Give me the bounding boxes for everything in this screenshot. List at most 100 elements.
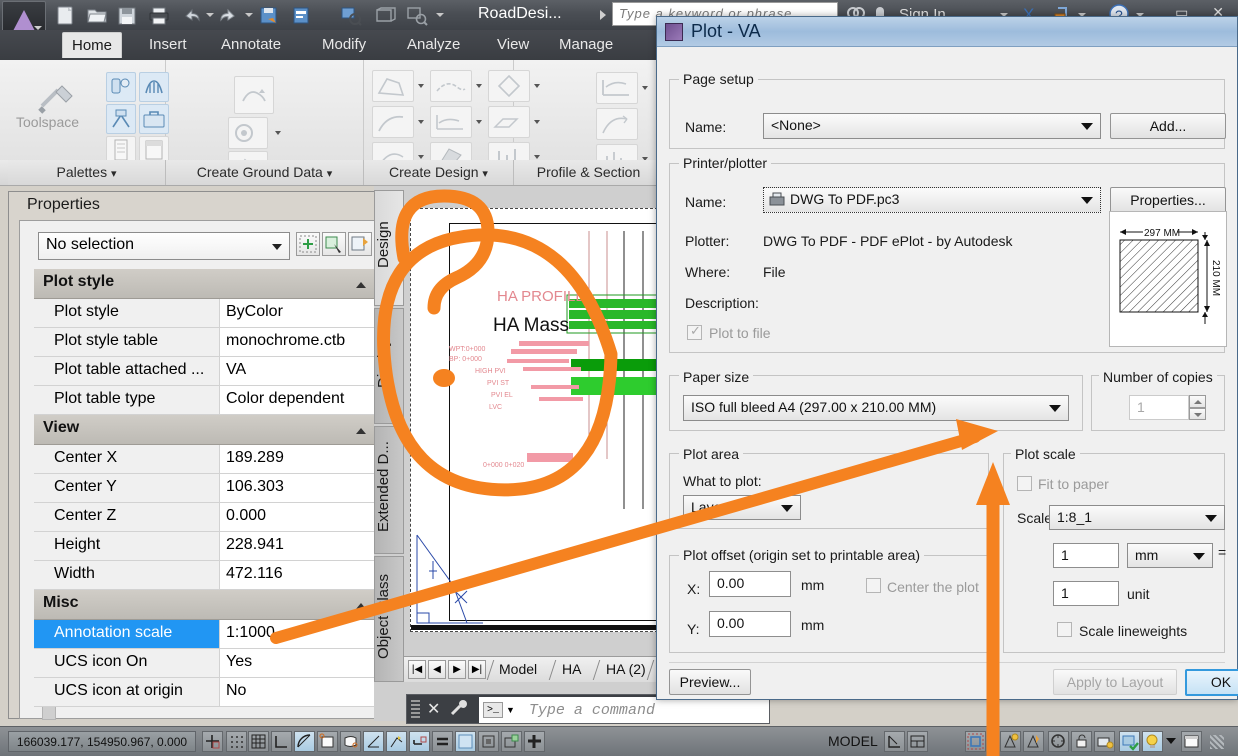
hardware-accel-icon[interactable] [1094, 731, 1115, 752]
chevron-down-icon[interactable] [781, 504, 793, 512]
open-icon[interactable] [86, 5, 108, 26]
drawing-area[interactable]: Design Display Extended D... Object Clas… [374, 186, 659, 721]
apply-to-layout-button[interactable]: Apply to Layout [1053, 669, 1177, 695]
property-value[interactable]: Color dependent [220, 386, 376, 414]
add-page-setup-button[interactable]: Add... [1110, 113, 1226, 139]
model-space-icon[interactable] [884, 731, 905, 752]
copies-input[interactable]: 1 [1129, 395, 1189, 420]
chevron-down-icon[interactable] [476, 84, 482, 88]
tab-annotate[interactable]: Annotate [212, 32, 290, 58]
printer-name-combo[interactable]: DWG To PDF.pc3 [763, 187, 1101, 213]
auto-scale-icon[interactable] [1023, 731, 1044, 752]
3dosnap-icon[interactable] [340, 731, 361, 752]
selection-cycling-icon[interactable] [478, 731, 499, 752]
export-icon[interactable] [290, 5, 312, 26]
new-icon[interactable] [55, 5, 77, 26]
sidebar-item-design[interactable]: Design [374, 190, 404, 306]
alignment-button[interactable] [372, 106, 414, 138]
wrench-icon[interactable] [448, 698, 468, 721]
tab-home[interactable]: Home [62, 32, 123, 58]
chevron-down-icon[interactable]: ▾ [327, 168, 333, 180]
offset-x-input[interactable]: 0.00 [709, 571, 791, 597]
chevron-down-icon[interactable]: ▼ [506, 705, 515, 715]
dialog-title-bar[interactable]: Plot - VA [657, 17, 1237, 47]
scale-numerator-input[interactable]: 1 [1053, 543, 1119, 568]
redo-icon[interactable] [218, 5, 240, 26]
printer-properties-button[interactable]: Properties... [1110, 187, 1226, 213]
annotation-scale-icon[interactable] [1048, 731, 1069, 752]
chevron-down-icon[interactable] [1205, 514, 1217, 522]
layout-paper[interactable]: WPT:0+000 BP: 0+000 HIGH PVI PVI ST PVI … [410, 208, 659, 632]
chevron-down-icon[interactable] [418, 84, 424, 88]
chevron-down-icon[interactable] [642, 86, 648, 90]
chevron-down-icon[interactable] [1081, 197, 1093, 204]
select-objects-icon[interactable] [322, 232, 346, 256]
chevron-down-icon[interactable] [1166, 738, 1176, 744]
preview-button[interactable]: Preview... [669, 669, 751, 695]
status-badge[interactable]: MODEL [828, 733, 878, 749]
sidebar-item-object-class[interactable]: Object Class [374, 556, 404, 682]
document-next-icon[interactable] [600, 10, 606, 20]
polar-icon[interactable] [294, 731, 315, 752]
resize-grip-icon[interactable] [1210, 735, 1224, 749]
property-value[interactable]: Yes [220, 649, 376, 677]
lightbulb-icon[interactable] [1142, 731, 1163, 752]
ortho-icon[interactable] [271, 731, 292, 752]
table-row[interactable]: Center Z 0.000 [34, 503, 376, 532]
last-layout-icon[interactable]: ▶| [468, 660, 486, 679]
dynamic-ucs-icon[interactable] [386, 731, 407, 752]
transparency-icon[interactable] [455, 731, 476, 752]
property-group-plot-style[interactable]: Plot style [34, 269, 376, 299]
layout-tab-ha-2[interactable]: HA (2) [606, 661, 646, 677]
offset-y-input[interactable]: 0.00 [709, 611, 791, 637]
chevron-down-icon[interactable] [272, 244, 282, 250]
property-group-misc[interactable]: Misc [34, 590, 376, 620]
table-row[interactable]: Center X 189.289 [34, 445, 376, 474]
property-value[interactable]: ByColor [220, 299, 376, 327]
chevron-down-icon[interactable]: ▾ [482, 168, 488, 180]
property-value[interactable]: 0.000 [220, 503, 376, 531]
next-layout-icon[interactable]: ▶ [448, 660, 466, 679]
coordinate-readout[interactable]: 166039.177, 154950.967, 0.000 [8, 731, 196, 752]
ok-button[interactable]: OK [1185, 669, 1238, 696]
quick-select-icon[interactable] [296, 232, 320, 256]
paper-size-combo[interactable]: ISO full bleed A4 (297.00 x 210.00 MM) [683, 395, 1069, 421]
import-survey-data-button[interactable] [234, 76, 274, 114]
chevron-down-icon[interactable] [418, 120, 424, 124]
table-row[interactable]: UCS icon at origin No [34, 678, 376, 707]
property-value[interactable]: 472.116 [220, 561, 376, 589]
grid-mode-icon[interactable] [248, 731, 269, 752]
dyn-input-icon[interactable] [409, 731, 430, 752]
feature-line-button[interactable] [430, 70, 472, 102]
property-value[interactable]: 228.941 [220, 532, 376, 560]
isolate-objects-icon[interactable] [1119, 731, 1140, 752]
panel-label-profile-section[interactable]: Profile & Section [514, 160, 664, 185]
otrack-icon[interactable] [363, 731, 384, 752]
save-icon[interactable] [116, 5, 138, 26]
chevron-down-icon[interactable] [436, 13, 444, 17]
lock-ui-icon[interactable] [1071, 731, 1092, 752]
undo-icon[interactable] [180, 5, 202, 26]
chevron-up-icon[interactable] [356, 428, 366, 434]
first-layout-icon[interactable]: |◀ [408, 660, 426, 679]
table-row[interactable]: Height 228.941 [34, 532, 376, 561]
profile-button[interactable] [430, 106, 472, 138]
center-the-plot-checkbox[interactable] [866, 578, 881, 593]
batch-save-icon[interactable] [340, 5, 362, 26]
scale-lineweights-checkbox[interactable] [1057, 622, 1072, 637]
table-row[interactable]: Plot style table monochrome.ctb [34, 328, 376, 357]
property-group-view[interactable]: View [34, 415, 376, 445]
chevron-up-icon[interactable] [356, 603, 366, 609]
command-line-grip[interactable] [411, 700, 420, 718]
page-setup-name-combo[interactable]: <None> [763, 113, 1101, 139]
table-row[interactable]: Plot table attached ... VA [34, 357, 376, 386]
what-to-plot-combo[interactable]: Layout [683, 495, 801, 520]
property-value[interactable]: 189.289 [220, 445, 376, 473]
layout-space-icon[interactable] [907, 731, 928, 752]
points-button[interactable] [228, 117, 268, 149]
annotation-monitor-icon[interactable] [501, 731, 522, 752]
clean-screen-icon[interactable] [1181, 731, 1202, 752]
scale-denominator-input[interactable]: 1 [1053, 581, 1119, 606]
plot-icon[interactable] [148, 5, 170, 26]
chevron-down-icon[interactable] [275, 131, 281, 135]
